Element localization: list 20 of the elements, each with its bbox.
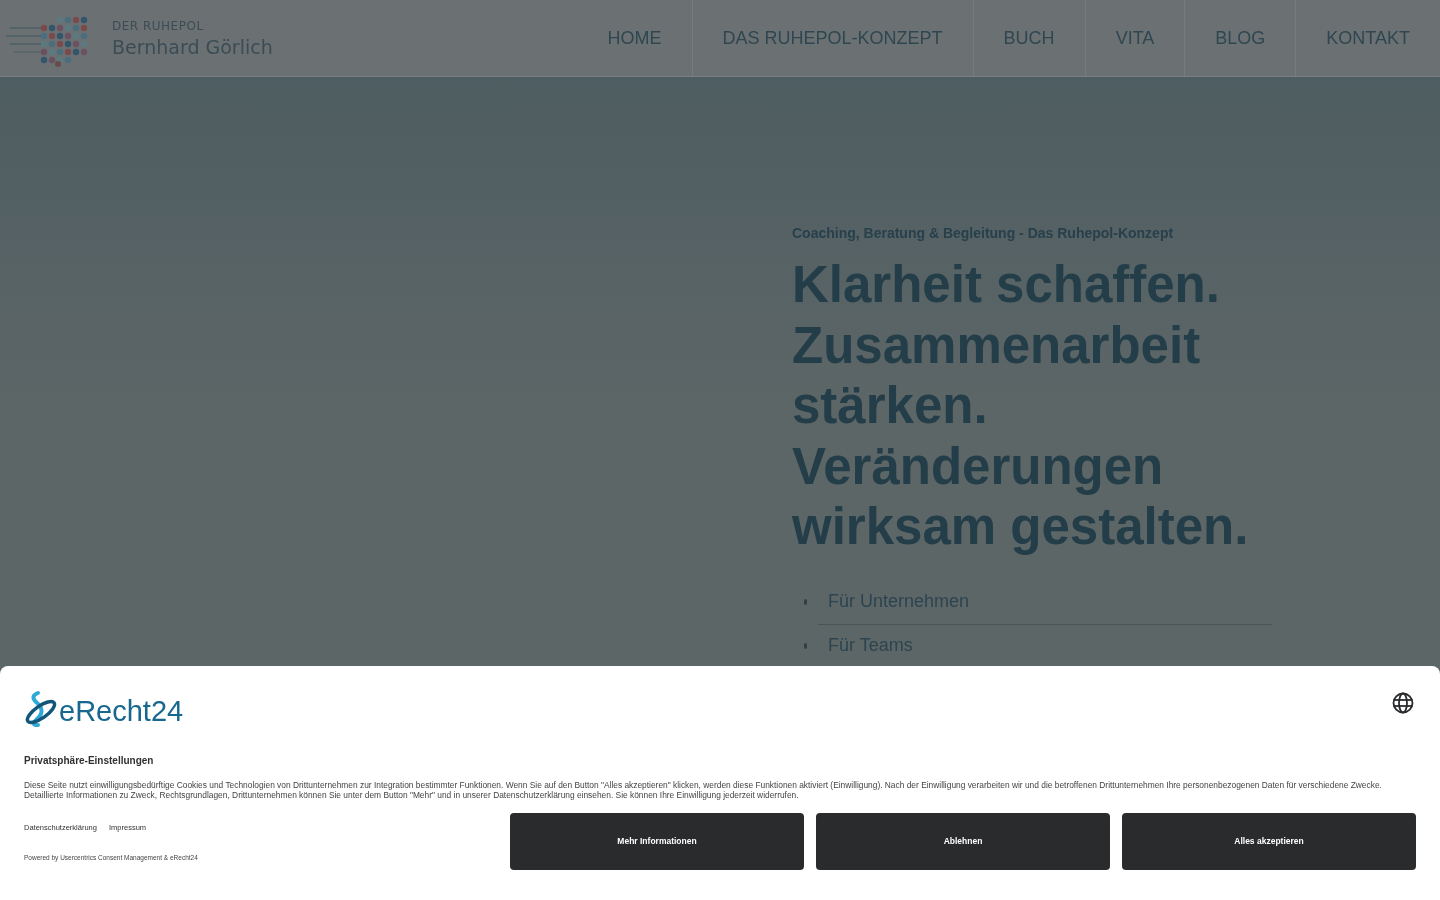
- hero-headline: Zusammenarbeit: [792, 315, 1202, 376]
- bullet-icon: [804, 642, 807, 649]
- consent-text: Diese Seite nutzt einwilligungsbedürftige Cookies und Technologien von Drittunternehmen zur Integration bestimmter Funktionen. Wenn Sie auf den Button "Alles akzeptieren" klicken, werden diese Funktionen aktiviert (Einwilligung). Nach der Einwilligung verarbeiten wir und die betroffenen Drittunternehmen Ihre personenbezogenen Daten für verschiedene Zwecke. Detaillierte Informationen zu Zweck, Rechtsgrundlagen, Drittunternehmen können Sie unter dem Button "Mehr" und in unserer Datenschutzerklärung einsehen. Sie können Ihre Einwilligung jederzeit widerrufen.: [24, 780, 1383, 801]
- brand-name: eRecht24: [59, 694, 184, 728]
- nav-link[interactable]: HOME: [577, 0, 692, 76]
- nav-link[interactable]: BLOG: [1184, 0, 1296, 76]
- nav-link[interactable]: KONTAKT: [1295, 0, 1440, 76]
- consent-button[interactable]: Ablehnen: [816, 812, 1110, 870]
- nav-link[interactable]: BUCH: [972, 0, 1085, 76]
- bullet-icon: [804, 598, 807, 605]
- nav-link[interactable]: DAS RUHEPOL-KONZEPT: [691, 0, 973, 76]
- hero-headline: wirksam gestalten.: [792, 497, 1250, 557]
- brand-logo-icon: [24, 690, 58, 728]
- consent-button[interactable]: Mehr Informationen: [510, 812, 804, 870]
- consent-title: Privatsphäre-Einstellungen: [24, 755, 155, 766]
- consent-button[interactable]: Alles akzeptieren: [1122, 812, 1416, 870]
- nav-link[interactable]: VITA: [1084, 0, 1185, 76]
- language-icon[interactable]: [1392, 692, 1414, 714]
- hero-headline: stärken.: [792, 376, 989, 436]
- hero-headline: Veränderungen: [792, 436, 1165, 497]
